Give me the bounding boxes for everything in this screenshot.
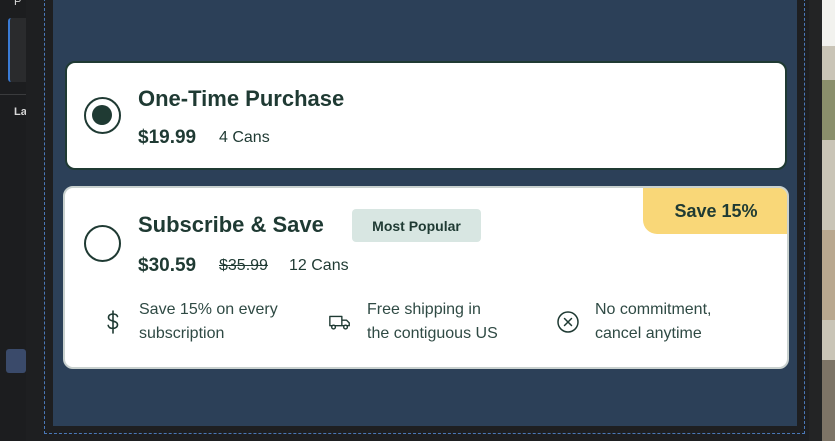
panel-section-label: La <box>14 106 27 118</box>
background-image-strip <box>822 0 835 441</box>
option-quantity: 4 Cans <box>219 129 270 146</box>
option-price: $30.59 <box>138 255 197 276</box>
option-title: One-Time Purchase <box>138 86 345 111</box>
panel-tab[interactable] <box>8 18 26 82</box>
option-quantity: 12 Cans <box>289 257 349 274</box>
panel-top-label: P <box>14 0 22 8</box>
most-popular-badge: Most Popular <box>352 209 481 242</box>
panel-divider <box>0 94 26 95</box>
panel-button[interactable] <box>6 349 26 373</box>
one-time-radio-button[interactable] <box>84 97 121 134</box>
option-price: $19.99 <box>138 127 197 148</box>
original-price: $35.99 <box>219 257 268 274</box>
dollar-icon <box>101 310 125 334</box>
subscribe-save-option[interactable]: Save 15% Subscribe & Save Most Popular $… <box>63 186 789 369</box>
feature-commitment-text: No commitment, cancel anytime <box>595 301 712 342</box>
save-ribbon: Save 15% <box>643 188 787 234</box>
option-title: Subscribe & Save <box>138 212 324 237</box>
one-time-purchase-option[interactable]: One-Time Purchase $19.99 4 Cans <box>65 61 787 170</box>
feature-save-text: Save 15% on every subscription <box>139 301 278 342</box>
truck-icon <box>328 310 352 334</box>
feature-shipping-text: Free shipping in the contiguous US <box>367 301 498 342</box>
x-circle-icon <box>556 310 580 334</box>
editor-left-panel: P La <box>0 0 27 441</box>
subscribe-radio-button[interactable] <box>84 225 121 262</box>
